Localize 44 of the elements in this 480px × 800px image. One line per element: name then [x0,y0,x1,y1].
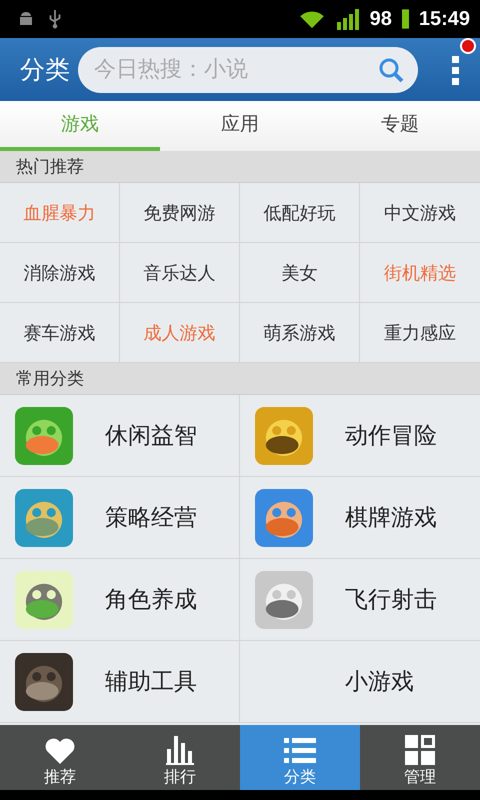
category-tag[interactable]: 免费网游 [120,183,240,243]
battery-icon [402,8,409,30]
battery-level: 98 [370,8,392,30]
bar-chart-icon [166,735,194,765]
grid-icon [405,735,435,765]
section-header: 常用分类 [0,363,480,395]
category-label: 动作冒险 [345,422,437,451]
list-icon [284,737,316,765]
category-label: 休闲益智 [105,422,197,451]
nav-tab[interactable]: 推荐 [0,725,120,790]
nav-tab[interactable]: 管理 [360,725,480,790]
search-icon[interactable] [378,56,404,82]
clock: 15:49 [418,8,470,30]
category-item[interactable]: 角色养成 [0,559,240,641]
nav-tab[interactable]: 分类 [240,725,360,790]
nav-tab[interactable]: 排行 [120,725,240,790]
page-title: 分类 [20,54,70,86]
menu-icon[interactable] [452,54,460,86]
heart-icon [44,737,76,765]
category-tag[interactable]: 中文游戏 [360,183,480,243]
category-label: 辅助工具 [105,668,197,697]
category-item[interactable]: 棋牌游戏 [240,477,480,559]
category-item[interactable]: 休闲益智 [0,395,240,477]
category-item[interactable]: 辅助工具 [0,641,240,723]
tab[interactable]: 应用 [160,101,320,151]
category-label: 小游戏 [345,668,414,697]
category-tag[interactable]: 低配好玩 [240,183,360,243]
category-label: 角色养成 [105,586,197,615]
wifi-icon [298,9,326,29]
signal-icon [336,8,360,30]
category-label: 策略经营 [105,504,197,533]
category-label: 飞行射击 [345,586,437,615]
tab[interactable]: 专题 [320,101,480,151]
category-item[interactable]: 策略经营 [0,477,240,559]
category-item[interactable]: 小游戏 [240,641,480,723]
category-label: 棋牌游戏 [345,504,437,533]
category-item[interactable]: 飞行射击 [240,559,480,641]
category-tag[interactable]: 美女 [240,243,360,303]
category-tag[interactable]: 消除游戏 [0,243,120,303]
section-header: 热门推荐 [0,151,480,183]
category-item[interactable]: 动作冒险 [240,395,480,477]
search-input[interactable]: 今日热搜：小说 [92,56,378,83]
search-field[interactable]: 今日热搜：小说 [78,46,418,92]
category-tag[interactable]: 音乐达人 [120,243,240,303]
